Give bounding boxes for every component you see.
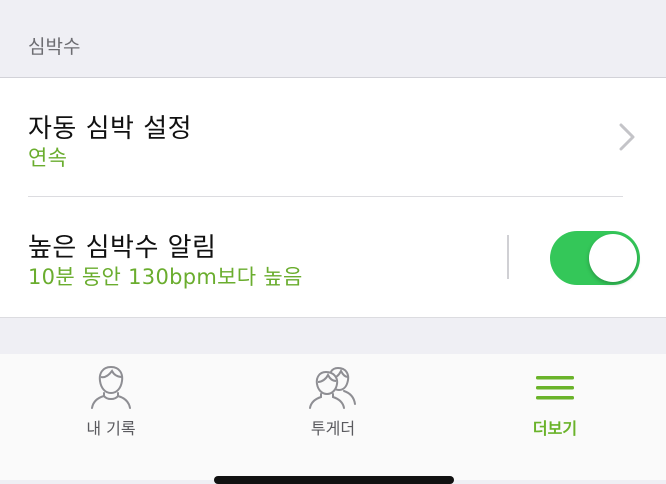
tab-label: 내 기록 <box>86 419 136 438</box>
vertical-divider <box>507 235 509 279</box>
tab-my-records[interactable]: 내 기록 <box>0 354 222 480</box>
person-icon <box>91 365 131 409</box>
auto-heart-rate-row[interactable]: 자동 심박 설정 연속 <box>0 78 666 196</box>
section-header: 심박수 <box>0 0 666 78</box>
section-title: 심박수 <box>28 36 81 58</box>
menu-icon <box>536 376 574 400</box>
tab-label: 투게더 <box>310 419 356 438</box>
high-heart-rate-alert-row: 높은 심박수 알림 10분 동안 130bpm보다 높음 <box>0 197 666 317</box>
tab-more[interactable]: 더보기 <box>444 354 666 480</box>
row-subtitle: 10분 동안 130bpm보다 높음 <box>28 265 303 289</box>
toggle-knob <box>589 234 637 282</box>
settings-list: 자동 심박 설정 연속 높은 심박수 알림 10분 동안 130bpm보다 높음 <box>0 78 666 318</box>
chevron-right-icon <box>619 123 635 151</box>
home-indicator[interactable] <box>214 476 454 484</box>
high-heart-rate-alert-toggle[interactable] <box>550 231 640 285</box>
people-icon <box>309 366 356 409</box>
row-subtitle: 연속 <box>28 146 68 170</box>
row-title: 자동 심박 설정 <box>28 114 193 144</box>
tab-together[interactable]: 투게더 <box>222 354 444 480</box>
tab-bar: 내 기록 투게더 더보기 <box>0 354 666 480</box>
tab-label: 더보기 <box>532 419 578 438</box>
row-title: 높은 심박수 알림 <box>28 233 217 263</box>
